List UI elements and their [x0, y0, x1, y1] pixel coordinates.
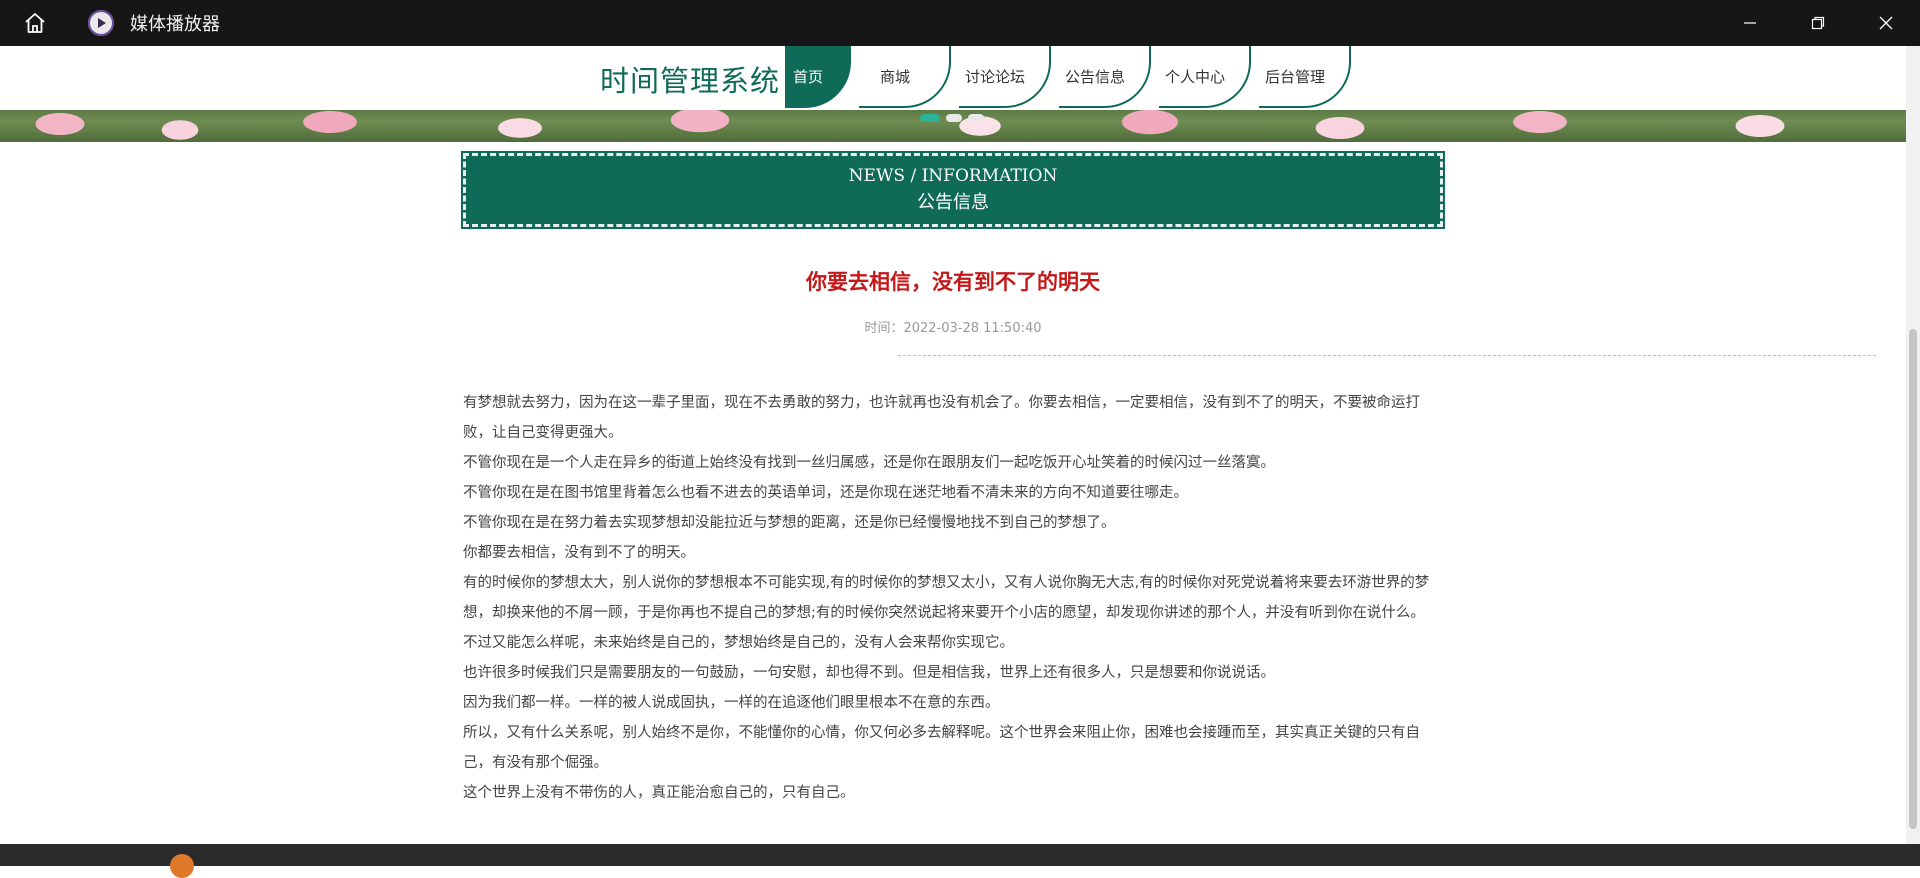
carousel-dot[interactable] [946, 114, 962, 122]
nav-label: 讨论论坛 [964, 67, 1025, 86]
app-title: 媒体播放器 [130, 14, 220, 35]
close-icon [1879, 16, 1893, 30]
article-paragraph: 你都要去相信，没有到不了的明天。 [463, 545, 695, 561]
nav-label: 公告信息 [1064, 67, 1125, 86]
web-content: 时间管理系统 首页 商城 讨论论坛 公告信息 个人中心 后台管理 NEWS / … [0, 46, 1906, 844]
carousel-dots [920, 114, 984, 122]
play-logo-icon [88, 10, 114, 36]
close-button[interactable] [1852, 0, 1920, 46]
article-paragraph: 这个世界上没有不带伤的人，真正能治愈自己的，只有自己。 [463, 785, 855, 801]
article-paragraph: 不管你现在是一个人走在异乡的街道上始终没有找到一丝归属感，还是你在跟朋友们一起吃… [463, 455, 1275, 471]
article-body: 有梦想就去努力，因为在这一辈子里面，现在不去勇敢的努力，也许就再也没有机会了。你… [463, 388, 1443, 808]
article-paragraph: 有的时候你的梦想太大，别人说你的梦想根本不可能实现,有的时候你的梦想又太小，又有… [463, 575, 1430, 621]
article-time: 时间：2022-03-28 11:50:40 [864, 321, 1042, 336]
vertical-scrollbar[interactable] [1906, 46, 1920, 844]
nav-item-shop[interactable]: 商城 [859, 46, 951, 108]
nav-item-admin[interactable]: 后台管理 [1259, 46, 1351, 108]
article-title: 你要去相信，没有到不了的明天 [806, 270, 1100, 294]
article-paragraph: 也许很多时候我们只是需要朋友的一句鼓励，一句安慰，却也得不到。但是相信我，世界上… [463, 665, 1275, 681]
carousel-dot[interactable] [968, 114, 984, 122]
nav-label: 个人中心 [1164, 67, 1225, 86]
section-heading-english: NEWS / INFORMATION [848, 166, 1058, 186]
nav-label: 首页 [792, 67, 823, 86]
site-header: 时间管理系统 首页 商城 讨论论坛 公告信息 个人中心 后台管理 [0, 46, 1906, 110]
scrollbar-thumb[interactable] [1909, 329, 1917, 829]
article-paragraph: 因为我们都一样。一样的被人说成固执，一样的在追逐他们眼里根本不在意的东西。 [463, 695, 1000, 711]
carousel-dot[interactable] [920, 114, 940, 122]
restore-button[interactable] [1784, 0, 1852, 46]
divider [898, 355, 1876, 356]
section-heading: NEWS / INFORMATION 公告信息 [461, 151, 1445, 229]
minimize-button[interactable] [1716, 0, 1784, 46]
home-icon [25, 13, 45, 33]
media-player-titlebar: 媒体播放器 [0, 0, 1920, 46]
main-nav: 首页 商城 讨论论坛 公告信息 个人中心 后台管理 [785, 46, 1359, 110]
seek-handle[interactable] [170, 854, 194, 878]
article-paragraph: 不管你现在是在图书馆里背着怎么也看不进去的英语单词，还是你现在迷茫地看不清未来的… [463, 485, 1188, 501]
site-title[interactable]: 时间管理系统 [600, 58, 780, 100]
nav-label: 后台管理 [1264, 67, 1325, 86]
section-heading-chinese: 公告信息 [917, 192, 989, 213]
article-paragraph: 所以，又有什么关系呢，别人始终不是你，不能懂你的心情，你又何必多去解释呢。这个世… [463, 725, 1420, 771]
restore-icon [1811, 16, 1825, 30]
article-paragraph: 不管你现在是在努力着去实现梦想却没能拉近与梦想的距离，还是你已经慢慢地找不到自己… [463, 515, 1116, 531]
article-paragraph: 有梦想就去努力，因为在这一辈子里面，现在不去勇敢的努力，也许就再也没有机会了。你… [463, 395, 1420, 441]
nav-item-forum[interactable]: 讨论论坛 [959, 46, 1051, 108]
nav-item-announcements[interactable]: 公告信息 [1059, 46, 1151, 108]
home-button[interactable] [0, 0, 70, 46]
nav-label: 商城 [879, 67, 910, 86]
minimize-icon [1744, 22, 1756, 24]
playback-bar[interactable] [0, 844, 1920, 878]
nav-item-profile[interactable]: 个人中心 [1159, 46, 1251, 108]
article-paragraph: 不过又能怎么样呢，未来始终是自己的，梦想始终是自己的，没有人会来帮你实现它。 [463, 635, 1014, 651]
nav-item-home[interactable]: 首页 [785, 46, 851, 108]
